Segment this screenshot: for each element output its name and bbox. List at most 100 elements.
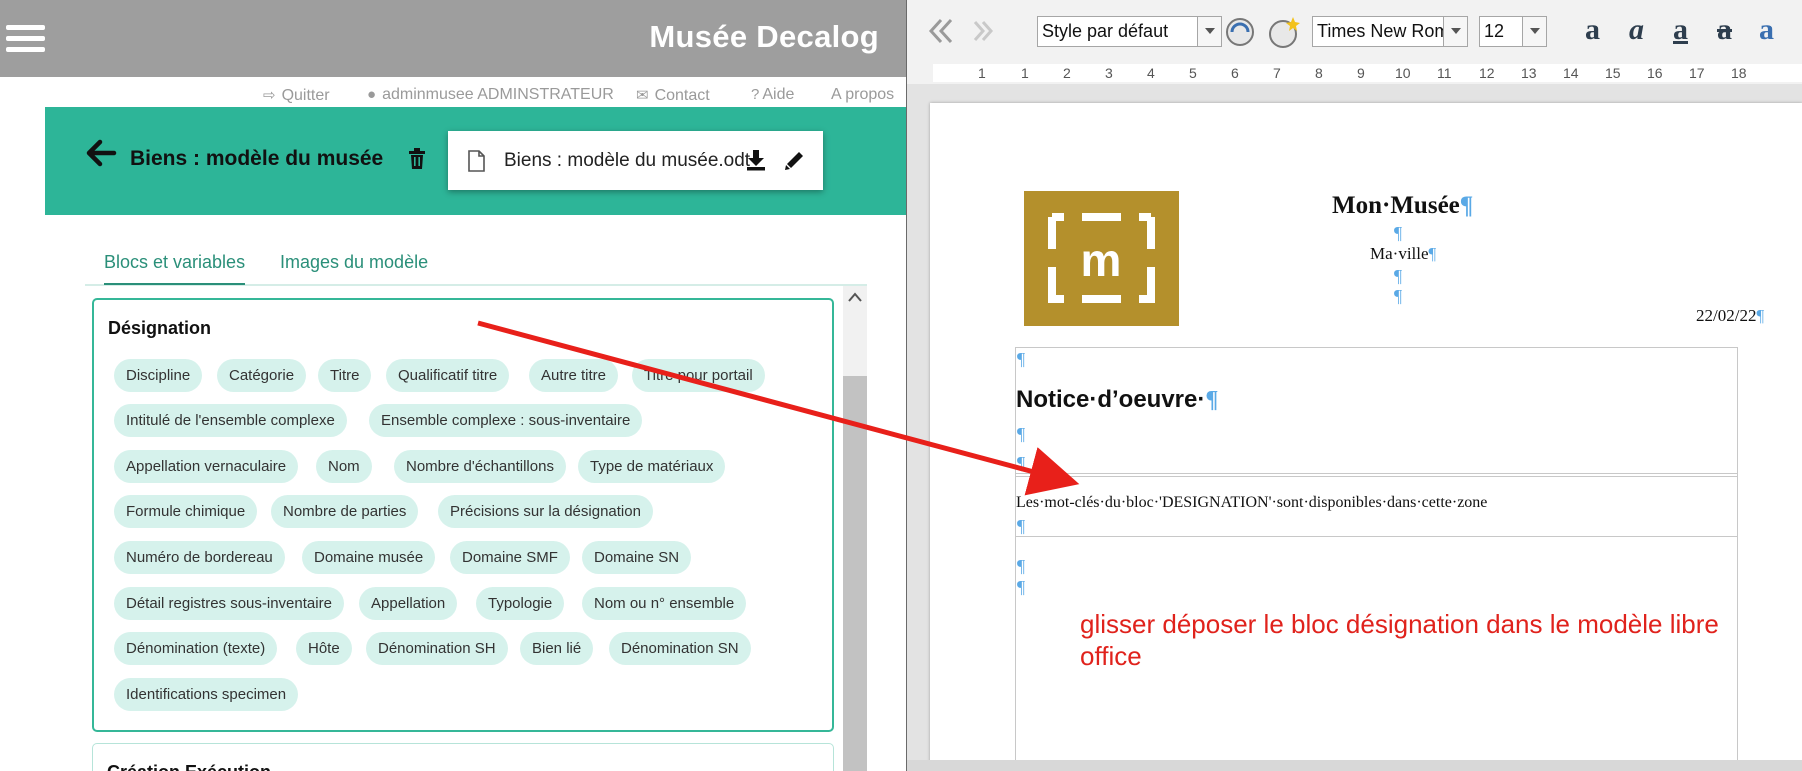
strikethrough-icon[interactable]: a: [1717, 13, 1732, 47]
variable-chip[interactable]: Nom ou n° ensemble: [582, 587, 747, 620]
block-title: Création Exécution: [107, 762, 271, 771]
variable-chip[interactable]: Domaine SMF: [450, 541, 570, 574]
user-circle-icon: ●: [367, 86, 377, 103]
document-date: 22/02/22¶: [1696, 306, 1765, 325]
template-file-chip: Biens : modèle du musée.odt: [448, 131, 823, 190]
pilcrow: ¶: [1017, 577, 1026, 597]
variable-chip[interactable]: Dénomination SN: [609, 632, 751, 665]
envelope-icon: ✉: [636, 87, 649, 104]
annotation-text: glisser déposer le bloc désignation dans…: [1080, 609, 1719, 671]
document-title: Mon·Musée¶: [1332, 192, 1474, 219]
variable-chip[interactable]: Identifications specimen: [114, 678, 299, 711]
block-title: Désignation: [108, 318, 212, 338]
variable-chip[interactable]: Discipline: [114, 359, 203, 392]
museum-logo: m: [1024, 191, 1179, 326]
pilcrow: ¶: [1017, 424, 1026, 444]
pilcrow: ¶: [1017, 349, 1026, 369]
file-icon: [468, 150, 485, 172]
font-name-select[interactable]: Times New Roman: [1312, 16, 1468, 47]
variable-chip[interactable]: Détail registres sous-inventaire: [114, 587, 344, 620]
model-title: Biens : modèle du musée: [130, 147, 384, 170]
ruler-strip: 1 1 2 3 4 5 6 7 8 9 10 11 12 13 14 15 16…: [933, 64, 1802, 82]
sign-out-icon: ⇨: [263, 87, 276, 104]
variable-chip[interactable]: Dénomination (texte): [114, 632, 278, 665]
block-designation[interactable]: Désignation Discipline Catégorie Titre Q…: [92, 298, 834, 732]
variable-chip[interactable]: Titre: [318, 359, 372, 392]
update-style-icon[interactable]: [1223, 15, 1257, 49]
variable-chip[interactable]: Dénomination SH: [366, 632, 508, 665]
variable-chip[interactable]: Domaine musée: [302, 541, 436, 574]
tabs: Blocs et variables Images du modèle: [85, 248, 867, 286]
new-style-icon[interactable]: [1267, 15, 1303, 49]
trash-icon[interactable]: [408, 148, 426, 170]
variable-chip[interactable]: Appellation: [359, 587, 458, 620]
contact-link[interactable]: ✉ Contact: [636, 86, 710, 105]
chevron-up-icon[interactable]: [847, 290, 863, 304]
back-arrow-icon[interactable]: [82, 135, 118, 171]
variable-chip[interactable]: Précisions sur la désignation: [438, 495, 653, 528]
variable-chip[interactable]: Nombre d'échantillons: [394, 450, 566, 483]
tab-images-modele[interactable]: Images du modèle: [280, 252, 428, 283]
chevron-down-icon[interactable]: [1522, 17, 1546, 46]
model-header: Biens : modèle du musée Biens : modèle d…: [45, 107, 907, 215]
variable-chip[interactable]: Titre pour portail: [632, 359, 765, 392]
variable-chip[interactable]: Catégorie: [217, 359, 307, 392]
pilcrow: ¶: [1394, 266, 1403, 286]
pilcrow: ¶: [1017, 556, 1026, 576]
pilcrow: ¶: [1394, 223, 1403, 243]
app-title: Musée Decalog: [649, 19, 879, 54]
tab-blocs-variables[interactable]: Blocs et variables: [104, 252, 246, 285]
logo-bracket-m-icon: m: [1048, 213, 1155, 303]
chevron-down-icon[interactable]: [1443, 17, 1467, 46]
variable-chip[interactable]: Qualificatif titre: [386, 359, 510, 392]
variable-chip[interactable]: Type de matériaux: [578, 450, 726, 483]
help-link[interactable]: ? Aide: [751, 86, 794, 104]
download-icon[interactable]: [746, 149, 766, 171]
svg-text:m: m: [1081, 234, 1122, 286]
underline-icon[interactable]: a: [1673, 13, 1688, 47]
variable-chip[interactable]: Typologie: [476, 587, 565, 620]
variable-chip[interactable]: Bien lié: [520, 632, 594, 665]
navigate-back-icon[interactable]: [927, 16, 961, 46]
superscript-icon[interactable]: a: [1759, 13, 1774, 47]
hamburger-menu-icon[interactable]: [6, 23, 46, 55]
document-horizontal-scrollbar[interactable]: [907, 760, 1802, 771]
document-city: Ma·ville¶: [1370, 244, 1437, 263]
pilcrow: ¶: [1394, 286, 1403, 306]
navigate-forward-icon[interactable]: [969, 16, 999, 46]
document-page[interactable]: m Mon·Musée¶ ¶ Ma·ville¶ ¶ ¶ 22/02/22¶ ¶…: [930, 103, 1802, 771]
italic-icon[interactable]: a: [1629, 13, 1644, 47]
pencil-icon[interactable]: [784, 149, 806, 171]
block-creation-execution[interactable]: Création Exécution: [92, 743, 834, 771]
horizontal-ruler[interactable]: 1 1 2 3 4 5 6 7 8 9 10 11 12 13 14 15 16…: [907, 62, 1802, 84]
variable-chip[interactable]: Hôte: [296, 632, 352, 665]
quit-link[interactable]: ⇨ Quitter: [263, 86, 330, 105]
variable-chip[interactable]: Autre titre: [529, 359, 619, 392]
user-link[interactable]: ● adminmusee ADMINSTRATEUR: [367, 86, 614, 104]
top-bar: Musée Decalog: [0, 0, 907, 77]
variable-chip[interactable]: Appellation vernaculaire: [114, 450, 299, 483]
formatting-toolbar: Style par défaut Times New Roman 12 a a …: [907, 0, 1802, 62]
font-size-select[interactable]: 12: [1479, 16, 1547, 47]
variable-chip[interactable]: Domaine SN: [582, 541, 692, 574]
variable-chip[interactable]: Nombre de parties: [271, 495, 419, 528]
notice-title: Notice·d’oeuvre·¶: [1016, 386, 1219, 413]
decalog-app: Musée Decalog ⇨ Quitter ● adminmusee ADMIN…: [0, 0, 907, 771]
variable-chip[interactable]: Intitulé de l'ensemble complexe: [114, 404, 347, 437]
pilcrow: ¶: [1017, 453, 1026, 473]
designation-zone-text: Les·mot-clés·du·bloc·'DESIGNATION'·sont·…: [1016, 494, 1488, 511]
variable-chip[interactable]: Numéro de bordereau: [114, 541, 285, 574]
user-nav: ⇨ Quitter ● adminmusee ADMINSTRATEUR ✉ Cont…: [0, 84, 907, 108]
template-file-name: Biens : modèle du musée.odt: [504, 150, 751, 171]
chevron-down-icon[interactable]: [1197, 17, 1221, 46]
question-icon: ?: [751, 86, 760, 103]
variable-chip[interactable]: Nom: [316, 450, 372, 483]
paragraph-style-select[interactable]: Style par défaut: [1037, 16, 1222, 47]
scrollbar-thumb[interactable]: [843, 376, 867, 771]
variable-chip[interactable]: Ensemble complexe : sous-inventaire: [369, 404, 643, 437]
about-link[interactable]: A propos: [831, 86, 894, 104]
panel-scrollbar[interactable]: [843, 286, 867, 771]
variable-chip[interactable]: Formule chimique: [114, 495, 258, 528]
bold-icon[interactable]: a: [1585, 13, 1600, 47]
libreoffice-writer: Style par défaut Times New Roman 12 a a …: [907, 0, 1802, 771]
